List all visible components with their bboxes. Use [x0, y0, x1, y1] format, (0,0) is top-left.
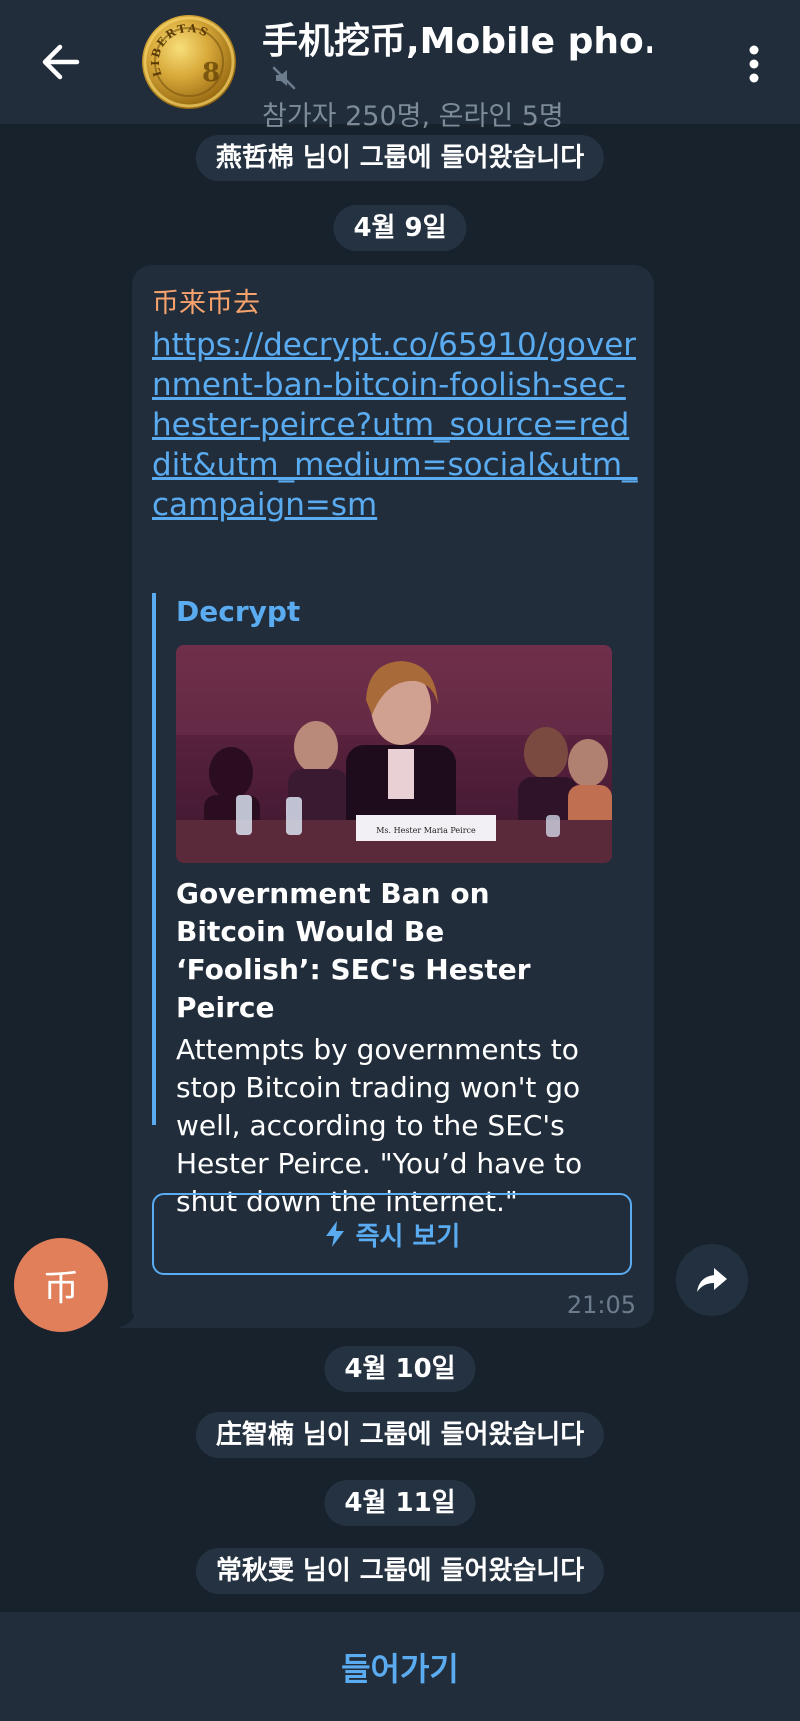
- arrow-left-icon: [42, 44, 80, 80]
- join-label: 들어가기: [341, 1649, 459, 1688]
- hearing-photo: Ms. Hester Maria Peirce: [176, 645, 612, 863]
- date-separator: 4월 9일: [333, 205, 467, 251]
- sender-avatar[interactable]: 币: [14, 1238, 108, 1332]
- more-menu-button[interactable]: [730, 36, 778, 92]
- preview-site-name: Decrypt: [176, 595, 301, 628]
- date-separator: 4월 11일: [324, 1480, 476, 1526]
- instant-view-label: 즉시 보기: [355, 1221, 461, 1252]
- message-bubble[interactable]: 币来币去 https://decrypt.co/65910/government…: [132, 265, 654, 1328]
- group-avatar[interactable]: LIBERTAS 8: [142, 15, 236, 109]
- preview-image[interactable]: Ms. Hester Maria Peirce: [176, 645, 612, 863]
- chat-title: 手机挖币,Mobile pho...: [262, 21, 652, 62]
- back-button[interactable]: [28, 30, 92, 94]
- avatar-initial: 币: [42, 1268, 79, 1309]
- service-message-joined: 庄智楠 님이 그룹에 들어왔습니다: [195, 1412, 605, 1458]
- sender-name[interactable]: 币来币去: [152, 281, 260, 320]
- share-button[interactable]: [676, 1244, 748, 1316]
- chat-subtitle: 참가자 250명, 온라인 5명: [262, 101, 564, 132]
- message-time: 21:05: [566, 1291, 636, 1319]
- preview-title: Government Ban on Bitcoin Would Be ‘Fool…: [176, 877, 531, 1024]
- lightning-icon: [325, 1221, 344, 1247]
- join-group-button[interactable]: 들어가기: [0, 1612, 800, 1721]
- chat-header: LIBERTAS 8 手机挖币,Mobile pho... 참가자 250명, …: [0, 0, 800, 132]
- service-message-joined: 常秋雯 님이 그룹에 들어왔습니다: [195, 1548, 605, 1594]
- message-link[interactable]: https://decrypt.co/65910/government-ban-…: [152, 325, 642, 525]
- chat-screen: LIBERTAS 8 手机挖币,Mobile pho... 참가자 250명, …: [0, 0, 800, 1721]
- chat-title-area[interactable]: 手机挖币,Mobile pho... 참가자 250명, 온라인 5명: [262, 20, 682, 134]
- link-preview[interactable]: Decrypt Ms. Hester Maria Peirce Governme…: [152, 593, 612, 1218]
- name-placard: Ms. Hester Maria Peirce: [376, 826, 476, 835]
- coin-image-icon: LIBERTAS 8: [143, 16, 235, 108]
- instant-view-button[interactable]: 즉시 보기: [152, 1193, 632, 1275]
- share-arrow-icon: [697, 1268, 727, 1292]
- more-vertical-icon: [749, 45, 759, 83]
- svg-text:8: 8: [202, 58, 220, 88]
- muted-icon: [270, 64, 298, 96]
- date-separator: 4월 10일: [324, 1346, 476, 1392]
- service-message-joined: 燕哲棉 님이 그룹에 들어왔습니다: [195, 135, 605, 181]
